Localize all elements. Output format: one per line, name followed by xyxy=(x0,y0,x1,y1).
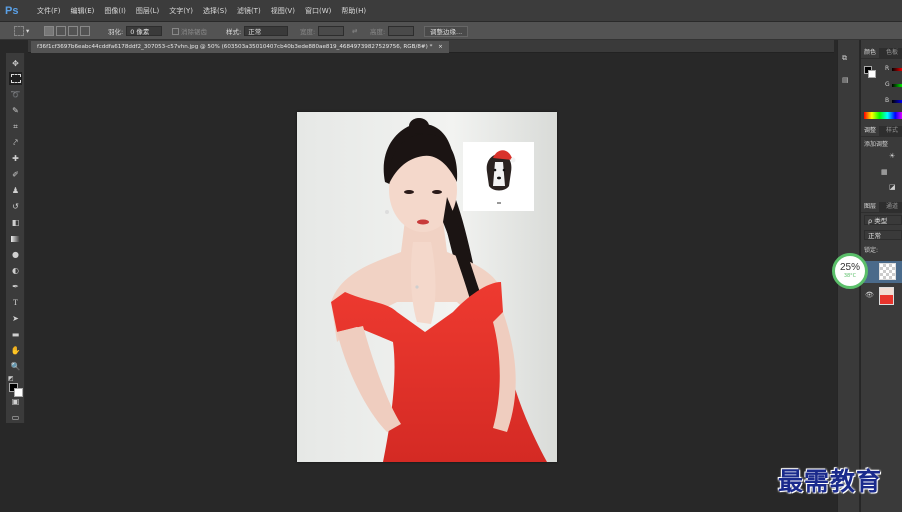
blend-mode-select[interactable]: 正常 xyxy=(864,230,902,240)
width-label: 宽度: xyxy=(300,28,316,36)
tools-panel: ✥ ➰ ✎ ⌗ ⤤ ✚ ✐ ♟ ↺ ◧ ● ◐ ✒ T ➤ ▬ ✋ 🔍 ◩ ▣ … xyxy=(6,53,25,423)
add-adjustment-label: 添加调整 xyxy=(864,141,889,148)
pen-tool-icon[interactable]: ✒ xyxy=(9,280,22,293)
marquee-preset[interactable]: ▾ xyxy=(14,25,29,37)
lasso-tool-icon[interactable]: ➰ xyxy=(9,88,22,101)
brush-tool-icon[interactable]: ✐ xyxy=(9,168,22,181)
channel-g-label: G xyxy=(885,81,890,88)
blur-tool-icon[interactable]: ● xyxy=(9,248,22,261)
tab-adjustments[interactable]: 调整 xyxy=(861,126,880,136)
marquee-tool-icon[interactable] xyxy=(9,72,22,85)
style-select[interactable]: 正常 xyxy=(244,26,289,36)
type-tool-icon[interactable]: T xyxy=(9,296,22,309)
feather-input[interactable]: 0 像素 xyxy=(126,26,163,36)
levels-icon[interactable]: ▦ xyxy=(881,168,888,176)
lock-label: 锁定: xyxy=(864,247,879,254)
refine-edge-button[interactable]: 调整边缘... xyxy=(424,25,469,37)
menu-edit[interactable]: 编辑(E) xyxy=(71,6,95,16)
dodge-tool-icon[interactable]: ◐ xyxy=(9,264,22,277)
history-brush-tool-icon[interactable]: ↺ xyxy=(9,200,22,213)
menu-layer[interactable]: 图层(L) xyxy=(136,6,159,16)
style-label: 样式: xyxy=(226,28,242,36)
chevron-down-icon: ▾ xyxy=(26,27,30,35)
move-tool-icon[interactable]: ✥ xyxy=(9,57,22,70)
menu-help[interactable]: 帮助(H) xyxy=(341,6,366,16)
history-panel-icon[interactable]: ⧉ xyxy=(842,54,855,65)
visibility-eye-icon[interactable]: 👁 xyxy=(865,291,874,299)
tab-layers[interactable]: 图层 xyxy=(861,202,880,212)
height-label: 高度: xyxy=(370,28,386,36)
antialias-label: 消除锯齿 xyxy=(181,28,207,36)
tab-swatches[interactable]: 色板 xyxy=(883,48,901,58)
feather-label: 羽化: xyxy=(108,28,124,36)
watermark-logo: 最需教育 xyxy=(778,467,883,496)
dog-sticker-layer[interactable] xyxy=(463,142,534,211)
quick-select-tool-icon[interactable]: ✎ xyxy=(9,104,22,117)
path-select-tool-icon[interactable]: ➤ xyxy=(9,312,22,325)
height-input[interactable] xyxy=(388,26,415,36)
zoom-tool-icon[interactable]: 🔍 xyxy=(9,360,22,373)
brightness-icon[interactable]: ☀ xyxy=(889,152,895,160)
menu-type[interactable]: 文字(Y) xyxy=(169,6,193,16)
performance-badge: 25% 38°C xyxy=(832,253,868,289)
badge-percent: 25% xyxy=(839,262,860,273)
menu-bar: Ps 文件(F) 编辑(E) 图像(I) 图层(L) 文字(Y) 选择(S) 滤… xyxy=(0,0,902,22)
eraser-tool-icon[interactable]: ◧ xyxy=(9,216,22,229)
document-tab[interactable]: f36f1cf3697b6eabc44cddfa6178ddf2_307053-… xyxy=(31,41,449,53)
tab-styles[interactable]: 样式 xyxy=(883,126,901,136)
options-bar: ▾ 羽化: 0 像素 消除锯齿 样式: 正常 宽度: ⇄ 高度: 调整边缘... xyxy=(0,22,902,40)
menu-view[interactable]: 视图(V) xyxy=(271,6,295,16)
tab-channels[interactable]: 通道 xyxy=(883,202,901,212)
dog-illustration xyxy=(486,150,516,204)
photoshop-logo: Ps xyxy=(5,4,19,17)
add-selection-icon[interactable] xyxy=(56,26,66,36)
menu-window[interactable]: 窗口(W) xyxy=(305,6,331,16)
channel-g-slider[interactable] xyxy=(892,84,902,87)
width-input[interactable] xyxy=(318,26,345,36)
bg-color-chip[interactable] xyxy=(868,70,876,78)
reset-colors-icon[interactable]: ◩ xyxy=(8,375,15,382)
antialias-checkbox[interactable] xyxy=(172,27,179,35)
layer-thumbnail xyxy=(879,263,896,280)
gradient-tool-icon[interactable] xyxy=(9,232,22,245)
new-selection-icon[interactable] xyxy=(44,26,54,36)
hand-tool-icon[interactable]: ✋ xyxy=(9,344,22,357)
close-tab-icon[interactable]: × xyxy=(438,44,443,50)
rect-marquee-icon xyxy=(14,26,24,36)
intersect-selection-icon[interactable] xyxy=(80,26,90,36)
swap-icon[interactable]: ⇄ xyxy=(352,25,357,37)
channel-b-slider[interactable] xyxy=(892,100,902,103)
tab-color[interactable]: 颜色 xyxy=(861,48,880,58)
menu-filter[interactable]: 滤镜(T) xyxy=(237,6,261,16)
photo-layer-thumbnail xyxy=(879,287,894,305)
menu-image[interactable]: 图像(I) xyxy=(104,6,126,16)
color-spectrum[interactable] xyxy=(864,112,902,119)
subtract-selection-icon[interactable] xyxy=(68,26,78,36)
properties-panel-icon[interactable]: ▤ xyxy=(842,76,855,87)
crop-tool-icon[interactable]: ⌗ xyxy=(9,120,22,133)
channel-r-label: R xyxy=(885,65,890,72)
quick-mask-icon[interactable]: ▣ xyxy=(9,395,22,408)
rectangle-tool-icon[interactable]: ▬ xyxy=(9,328,22,341)
channel-b-label: B xyxy=(885,97,890,104)
menu-file[interactable]: 文件(F) xyxy=(37,6,61,16)
menu-select[interactable]: 选择(S) xyxy=(203,6,227,16)
clone-stamp-tool-icon[interactable]: ♟ xyxy=(9,184,22,197)
curves-icon[interactable]: ◪ xyxy=(889,183,896,191)
document-tab-bar: f36f1cf3697b6eabc44cddfa6178ddf2_307053-… xyxy=(28,40,834,53)
document-tab-title: f36f1cf3697b6eabc44cddfa6178ddf2_307053-… xyxy=(37,44,433,50)
eyedropper-tool-icon[interactable]: ⤤ xyxy=(9,136,22,149)
channel-r-slider[interactable] xyxy=(892,68,902,71)
healing-brush-tool-icon[interactable]: ✚ xyxy=(9,152,22,165)
badge-temperature: 38°C xyxy=(843,273,857,279)
screen-mode-icon[interactable]: ▭ xyxy=(9,411,22,424)
layer-row-background[interactable]: 👁 xyxy=(861,285,902,307)
layer-kind-filter[interactable]: ρ 类型 xyxy=(864,215,902,225)
selection-modes xyxy=(44,25,92,37)
